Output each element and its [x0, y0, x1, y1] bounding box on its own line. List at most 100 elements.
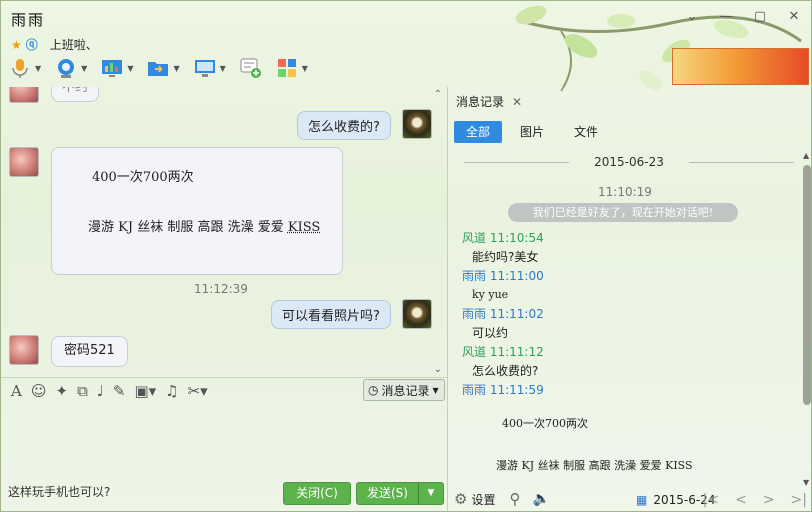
image-icon[interactable]: ▣▾ — [134, 382, 156, 400]
last-page-icon[interactable]: >| — [791, 492, 807, 508]
message-text: 怎么收费的? — [308, 120, 380, 135]
history-timestamp: 11:10:19 — [598, 185, 652, 199]
message-bubble: 可以看看照片吗? — [271, 300, 391, 329]
music-icon[interactable]: ♫ — [165, 382, 178, 400]
ad-banner[interactable] — [672, 48, 809, 85]
avatar[interactable] — [402, 109, 432, 139]
chevron-down-icon: ▼ — [173, 63, 180, 73]
add-chat-icon — [240, 58, 261, 78]
chat-messages-panel[interactable]: ⌃ 不约 怎么收费的? 400一次700两次 漫游 KJ 丝袜 制服 高跟 洗澡… — [1, 87, 447, 377]
contact-name: 雨雨 — [11, 11, 46, 29]
prev-page-icon[interactable]: < — [735, 492, 747, 508]
calendar-icon: ▦ — [636, 493, 648, 507]
video-call-tool[interactable]: ▼ — [55, 57, 87, 79]
message-bubble: 密码521 — [51, 336, 128, 367]
scissors-icon[interactable]: ✂▾ — [188, 382, 208, 400]
history-panel: 消息记录 ✕ 全部 图片 文件 2015-06-23 11:10:19 我们已经… — [447, 87, 811, 511]
chevron-down-icon: ▼ — [219, 63, 226, 73]
filter-all[interactable]: 全部 — [454, 121, 503, 143]
maximize-button[interactable]: ▢ — [753, 9, 767, 24]
chevron-down-icon: ▼ — [301, 63, 308, 73]
close-window-button[interactable]: ✕ — [787, 9, 801, 24]
history-message: ky yue — [472, 288, 509, 301]
next-page-icon[interactable]: > — [763, 492, 775, 508]
remote-desktop-tool[interactable]: ▼ — [194, 57, 226, 79]
monitor-chart-icon — [102, 60, 123, 77]
chevron-down-icon: ▼ — [81, 63, 88, 73]
star-icon: ★ — [11, 37, 22, 52]
skin-icon[interactable]: ⌄ — [685, 9, 699, 24]
timestamp: 11:12:39 — [194, 282, 248, 296]
apps-tool[interactable]: ▼ — [276, 57, 308, 79]
camera-icon — [58, 59, 75, 78]
send-file-tool[interactable]: ▼ — [147, 57, 180, 79]
window-controls: ⌄ — ▢ ✕ — [685, 9, 801, 24]
screen-share-tool[interactable]: ▼ — [101, 57, 133, 79]
history-button-label: 消息记录 — [381, 383, 430, 398]
edit-icon[interactable]: ✎ — [113, 382, 126, 400]
message-bubble: 不约 — [51, 87, 100, 102]
message-text: 密码521 — [64, 343, 115, 358]
settings-button[interactable]: ⚙ 设置 — [454, 490, 495, 508]
history-message: 400一次700两次 — [502, 417, 588, 430]
send-button-label[interactable]: 发送(S) — [357, 483, 419, 504]
close-button[interactable]: 关闭(C) — [283, 482, 351, 505]
avatar[interactable] — [9, 87, 39, 103]
qq-mini-icon: ⓠ — [25, 38, 38, 52]
group-chat-tool[interactable] — [240, 57, 262, 79]
avatar[interactable] — [402, 299, 432, 329]
close-icon[interactable]: ✕ — [512, 95, 522, 109]
history-entry-header: 雨雨 11:11:00 — [462, 269, 544, 283]
message-text: 可以看看照片吗? — [282, 309, 380, 324]
chat-toolbar: ▼ ▼ ▼ ▼ ▼ ▼ — [9, 57, 308, 79]
folder-arrow-icon — [148, 62, 169, 76]
filter-files[interactable]: 文件 — [562, 121, 610, 143]
voice-call-tool[interactable]: ▼ — [9, 57, 41, 79]
search-icon[interactable]: ⚲ — [509, 490, 520, 508]
signature: 上班啦、 — [49, 38, 98, 52]
history-filter-bar: 全部 图片 文件 — [448, 121, 811, 145]
send-options-chevron-icon[interactable]: ▼ — [419, 483, 443, 504]
chevron-down-icon: ▼ — [432, 385, 439, 395]
speaker-icon[interactable]: 🔈 — [532, 491, 549, 507]
send-button[interactable]: 发送(S) ▼ — [356, 482, 444, 505]
avatar[interactable] — [9, 335, 39, 365]
chevron-down-icon: ▼ — [127, 63, 134, 73]
settings-label: 设置 — [471, 492, 496, 507]
date-separator: 2015-06-23 — [464, 155, 794, 169]
scrollbar-thumb[interactable] — [803, 165, 811, 405]
first-page-icon[interactable]: |< — [703, 492, 719, 508]
clock-icon: ◷ — [368, 383, 379, 397]
collapse-down-icon[interactable]: ⌄ — [434, 364, 442, 375]
history-message: 漫游 KJ 丝袜 制服 高跟 洗澡 爱爱 KISS — [496, 459, 693, 472]
system-message: 我们已经是好友了，现在开始对话吧! — [508, 203, 738, 222]
history-entry-header: 风道 11:11:12 — [462, 345, 544, 359]
filter-images[interactable]: 图片 — [508, 121, 556, 143]
message-bubble: 怎么收费的? — [297, 111, 391, 140]
microphone-icon — [12, 59, 28, 78]
history-navigation: |< < > >| — [703, 492, 807, 508]
history-scrollbar[interactable]: ▲ ▼ — [803, 151, 811, 487]
history-message: 能约吗?美女 — [472, 250, 539, 264]
input-text: 这样玩手机也可以? — [8, 485, 111, 499]
history-entry-header: 风道 11:10:54 — [462, 231, 544, 245]
chevron-down-icon: ▼ — [35, 63, 42, 73]
message-bubble: 400一次700两次 漫游 KJ 丝袜 制服 高跟 洗澡 爱爱 KISS — [51, 147, 343, 275]
message-history-button[interactable]: ◷ 消息记录 ▼ — [363, 379, 445, 401]
history-tab-label: 消息记录 — [456, 95, 505, 109]
apps-grid-icon — [277, 59, 296, 77]
history-entry-header: 雨雨 11:11:02 — [462, 307, 544, 321]
history-tab[interactable]: 消息记录 ✕ — [456, 93, 522, 110]
shake-icon[interactable]: ⧉ — [77, 382, 88, 400]
magic-wand-icon[interactable]: ✦ — [55, 382, 68, 400]
font-icon[interactable]: A — [11, 382, 22, 400]
voice-message-icon[interactable]: ♩ — [97, 382, 104, 400]
collapse-up-icon[interactable]: ⌃ — [434, 89, 442, 100]
scroll-up-icon[interactable]: ▲ — [803, 151, 809, 160]
emoji-icon[interactable]: ☺ — [31, 382, 47, 400]
avatar[interactable] — [9, 147, 39, 177]
message-text-line: 漫游 KJ 丝袜 制服 高跟 洗澡 爱爱 KISS — [88, 220, 321, 235]
message-text: 400一次700两次 — [92, 170, 194, 185]
monitor-icon — [194, 60, 215, 77]
minimize-button[interactable]: — — [719, 9, 733, 24]
